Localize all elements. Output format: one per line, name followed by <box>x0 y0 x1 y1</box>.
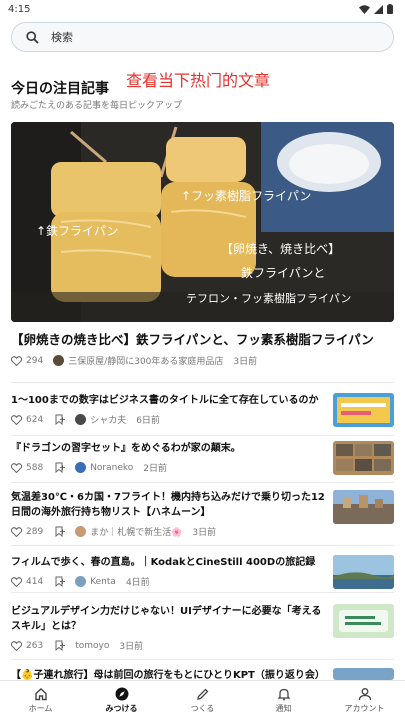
bookmark-icon[interactable] <box>55 640 66 651</box>
like-icon[interactable] <box>11 462 22 473</box>
hero-caption-2: 鉄フライパンと <box>241 265 325 280</box>
nav-notifications[interactable]: 通知 <box>243 681 324 720</box>
author-name[interactable]: Kenta <box>90 577 116 587</box>
post-time: 3日前 <box>192 528 217 538</box>
article-meta: 263 tomoyo 3日前 <box>11 639 143 652</box>
bookmark-icon[interactable] <box>55 526 66 537</box>
like-count: 289 <box>26 526 44 537</box>
like-icon[interactable] <box>11 640 22 651</box>
like-count: 263 <box>26 640 44 651</box>
divider <box>11 592 394 593</box>
account-icon <box>358 688 371 701</box>
hero-label-left: ↑鉄フライパン <box>36 223 118 238</box>
article-thumbnail[interactable] <box>333 555 394 589</box>
bookmark-icon[interactable] <box>55 414 66 425</box>
hero-image[interactable]: ↑鉄フライパン ↑フッ素樹脂フライパン 【卵焼き、焼き比べ】 鉄フライパンと テ… <box>11 122 394 322</box>
article-thumbnail[interactable] <box>333 393 394 427</box>
battery-icon <box>387 4 393 14</box>
author-name[interactable]: 三保原屋/静岡に300年ある家庭用品店 <box>68 354 223 367</box>
wifi-icon <box>359 4 370 14</box>
hero-article-meta: 294 三保原屋/静岡に300年ある家庭用品店 3日前 <box>11 354 257 367</box>
nav-discover[interactable]: みつける <box>81 681 162 720</box>
like-count: 624 <box>26 414 44 425</box>
post-time: 4日前 <box>125 578 150 588</box>
nav-account[interactable]: アカウント <box>324 681 405 720</box>
status-icons <box>359 4 393 14</box>
divider <box>11 482 394 483</box>
avatar[interactable] <box>75 576 87 587</box>
status-time: 4:15 <box>8 3 31 15</box>
article-row[interactable]: 気温差30℃・6カ国・7フライト！機内持ち込みだけで乗り切った12日間の海外旅行… <box>11 490 394 542</box>
hero-caption-3: テフロン・フッ素樹脂フライパン <box>186 291 351 305</box>
article-title[interactable]: ビジュアルデザイン力だけじゃない！UIデザイナーに必要な「考えるスキル」とは？ <box>11 604 326 634</box>
divider <box>11 545 394 546</box>
section-title: 今日の注目記事 <box>11 81 109 97</box>
section-subtitle: 読みごたえのある記事を毎日ピックアップ <box>11 101 183 111</box>
nav-discover-label: みつける <box>105 704 138 713</box>
article-title[interactable]: 1〜100までの数字はビジネス書のタイトルに全て存在しているのか <box>11 393 326 408</box>
post-time: 3日前 <box>233 357 258 367</box>
nav-notifications-label: 通知 <box>275 704 292 713</box>
article-row[interactable]: フィルムで歩く、春の直島。｜KodakとCineStill 400Dの旅記録 4… <box>11 555 394 591</box>
nav-home-label: ホーム <box>28 704 53 713</box>
divider <box>11 382 394 383</box>
bookmark-icon[interactable] <box>55 462 66 473</box>
signal-icon <box>374 4 383 14</box>
like-icon[interactable] <box>11 355 22 366</box>
nav-create[interactable]: つくる <box>162 681 243 720</box>
nav-create-label: つくる <box>190 704 215 713</box>
bottom-navigation: ホーム みつける つくる 通知 アカウント <box>0 680 405 720</box>
like-icon[interactable] <box>11 414 22 425</box>
avatar[interactable] <box>53 355 65 366</box>
article-title[interactable]: 気温差30℃・6カ国・7フライト！機内持ち込みだけで乗り切った12日間の海外旅行… <box>11 490 326 520</box>
divider <box>11 659 394 660</box>
bookmark-icon[interactable] <box>55 576 66 587</box>
avatar[interactable] <box>75 414 87 425</box>
article-row[interactable]: 1〜100までの数字はビジネス書のタイトルに全て存在しているのか 624 シャカ… <box>11 393 394 435</box>
post-time: 2日前 <box>143 464 168 474</box>
article-thumbnail[interactable] <box>333 441 394 475</box>
author-name[interactable]: シャカ夫 <box>90 413 126 426</box>
author-name[interactable]: Noraneko <box>90 463 133 473</box>
like-count: 414 <box>26 576 44 587</box>
status-bar: 4:15 <box>0 0 405 18</box>
avatar[interactable] <box>75 462 87 473</box>
hero-label-right: ↑フッ素樹脂フライパン <box>181 188 311 203</box>
compass-icon <box>115 687 128 701</box>
overlay-annotation: 查看当下热门的文章 <box>126 71 271 90</box>
like-icon[interactable] <box>11 576 22 587</box>
article-row[interactable]: ビジュアルデザイン力だけじゃない！UIデザイナーに必要な「考えるスキル」とは？ … <box>11 604 394 656</box>
like-count: 294 <box>26 355 44 366</box>
hero-article-title[interactable]: 【卵焼きの焼き比べ】鉄フライパンと、フッ素系樹脂フライパン <box>11 331 396 348</box>
nav-account-label: アカウント <box>344 704 385 713</box>
author-name[interactable]: tomoyo <box>75 641 109 651</box>
search-icon <box>26 30 39 44</box>
article-meta: 588 Noraneko 2日前 <box>11 461 167 474</box>
search-bar[interactable]: 検索 <box>11 22 394 52</box>
article-meta: 624 シャカ夫 6日前 <box>11 413 160 426</box>
author-name[interactable]: まか｜札幌で新生活🌸 <box>90 525 182 538</box>
hero-caption-1: 【卵焼き、焼き比べ】 <box>221 242 340 256</box>
article-thumbnail[interactable] <box>333 668 394 680</box>
article-title[interactable]: 『ドラゴンの習字セット』をめぐるわが家の顛末。 <box>11 441 326 456</box>
avatar[interactable] <box>75 526 87 537</box>
like-icon[interactable] <box>11 526 22 537</box>
article-meta: 414 Kenta 4日前 <box>11 575 150 588</box>
pencil-icon <box>196 688 208 700</box>
home-icon <box>34 688 47 701</box>
article-thumbnail[interactable] <box>333 604 394 638</box>
divider <box>11 435 394 436</box>
like-count: 588 <box>26 462 44 473</box>
article-title[interactable]: フィルムで歩く、春の直島。｜KodakとCineStill 400Dの旅記録 <box>11 555 326 570</box>
post-time: 3日前 <box>119 642 144 652</box>
search-input[interactable]: 検索 <box>51 29 73 45</box>
nav-home[interactable]: ホーム <box>0 681 81 720</box>
article-thumbnail[interactable] <box>333 490 394 524</box>
bell-icon <box>276 688 291 701</box>
article-meta: 289 まか｜札幌で新生活🌸 3日前 <box>11 525 216 538</box>
post-time: 6日前 <box>136 416 160 426</box>
article-row[interactable]: 『ドラゴンの習字セット』をめぐるわが家の顛末。 588 Noraneko 2日前 <box>11 441 394 483</box>
